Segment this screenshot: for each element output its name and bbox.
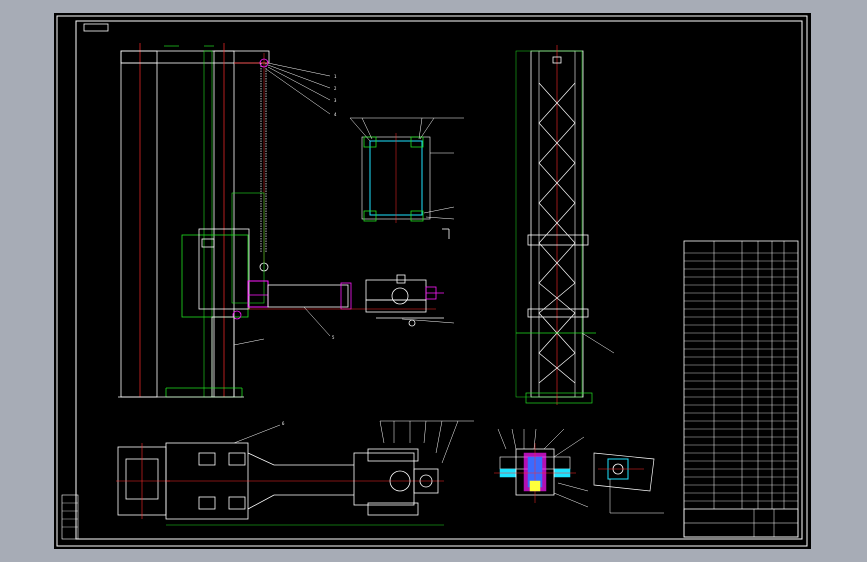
drawing-sheet: 1 2 3 4 5 6 [54,13,811,549]
parts-table [683,240,799,538]
inner-frame [75,20,803,540]
detail-view-bearing [593,452,664,514]
top-balloon-6: 6 [282,421,285,426]
front-view: 1 2 3 4 5 [118,43,455,398]
front-balloon-4: 4 [334,112,337,117]
outer-frame [56,15,808,547]
front-balloon-5: 5 [332,335,335,340]
front-balloon-2: 2 [334,86,337,91]
front-balloon-3: 3 [334,98,337,103]
top-view: 6 [116,420,474,526]
section-view-a [349,117,464,239]
title-tag-box [83,23,109,32]
front-balloon-1: 1 [334,74,337,79]
cad-drawing: 1 2 3 4 5 6 [56,15,808,547]
side-view-lattice [515,45,615,405]
detail-view-coupling [494,428,589,508]
